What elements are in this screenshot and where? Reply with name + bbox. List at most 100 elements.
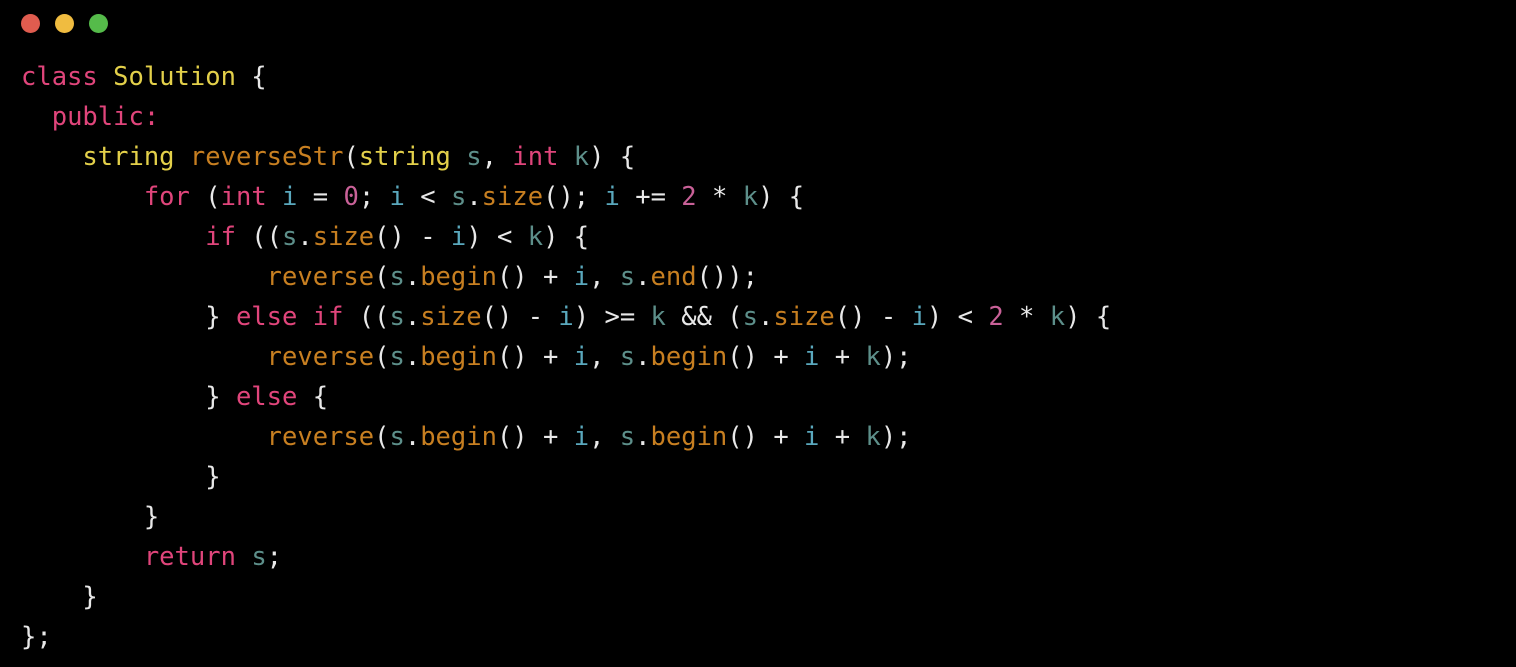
code-token-punctuation: ) <	[926, 302, 989, 332]
code-token-punctuation	[558, 142, 573, 172]
code-line: public:	[21, 97, 1516, 137]
code-token-number: 0	[343, 182, 359, 212]
code-token-variable: k	[650, 302, 666, 332]
code-token-punctuation: () +	[727, 422, 805, 452]
code-token-variable: k	[527, 222, 544, 252]
code-token-punctuation: .	[404, 342, 421, 372]
close-button[interactable]	[21, 13, 40, 33]
code-token-punctuation: );	[880, 342, 912, 372]
code-token-punctuation: () +	[727, 342, 805, 372]
code-token-punctuation: {	[235, 62, 267, 92]
code-token-parameter_i: i	[558, 302, 574, 332]
code-token-punctuation: }	[21, 462, 221, 492]
code-token-parameter_i: i	[573, 342, 590, 372]
code-token-punctuation: ,	[481, 142, 513, 172]
code-token-punctuation: ;	[266, 542, 283, 572]
code-token-parameter_i: i	[604, 182, 620, 212]
code-token-punctuation: () +	[496, 342, 574, 372]
code-token-punctuation	[267, 182, 282, 212]
code-token-punctuation: () +	[496, 422, 574, 452]
code-token-punctuation: ,	[589, 262, 620, 292]
code-token-punctuation: ) >=	[573, 302, 651, 332]
code-token-keyword: int	[512, 142, 559, 172]
code-token-parameter_i: i	[389, 182, 405, 212]
code-token-function: reverse	[266, 262, 375, 292]
code-token-punctuation: ());	[696, 262, 758, 292]
code-token-punctuation: (	[374, 342, 390, 372]
code-token-punctuation: (	[343, 142, 359, 172]
code-token-punctuation: }	[21, 502, 160, 532]
code-token-punctuation: .	[297, 222, 313, 252]
code-token-punctuation: .	[758, 302, 774, 332]
minimize-button[interactable]	[55, 13, 74, 33]
code-line: }	[21, 577, 1516, 617]
code-token-variable: k	[865, 342, 881, 372]
code-token-parameter_i: i	[804, 342, 820, 372]
code-token-punctuation: ) {	[589, 142, 636, 172]
code-token-variable: s	[389, 302, 405, 332]
code-token-punctuation: }	[21, 302, 236, 332]
code-token-keyword: if	[205, 222, 236, 252]
code-token-keyword: int	[220, 182, 267, 212]
code-line: } else {	[21, 377, 1516, 417]
code-token-function: size	[420, 302, 482, 332]
code-token-punctuation	[21, 142, 82, 172]
code-token-keyword: else	[235, 302, 298, 332]
code-line: reverse(s.begin() + i, s.end());	[21, 257, 1516, 297]
code-token-punctuation: ((	[235, 222, 283, 252]
code-line: reverse(s.begin() + i, s.begin() + i + k…	[21, 337, 1516, 377]
maximize-button[interactable]	[89, 13, 108, 33]
code-token-parameter_i: i	[282, 182, 298, 212]
code-token-punctuation: +=	[619, 182, 682, 212]
code-token-number: 2	[988, 302, 1004, 332]
code-token-punctuation: ) {	[1065, 302, 1112, 332]
code-token-punctuation	[21, 222, 205, 252]
code-window: class Solution { public: string reverseS…	[0, 0, 1516, 667]
code-token-type: string	[82, 142, 175, 172]
code-token-function: size	[773, 302, 835, 332]
code-token-punctuation: (	[374, 262, 390, 292]
code-token-punctuation: =	[297, 182, 344, 212]
code-token-parameter_i: i	[911, 302, 927, 332]
code-line: }	[21, 457, 1516, 497]
window-titlebar	[0, 0, 1516, 46]
code-token-function: begin	[650, 422, 728, 452]
code-line: for (int i = 0; i < s.size(); i += 2 * k…	[21, 177, 1516, 217]
code-token-function: reverse	[266, 422, 375, 452]
code-token-variable: s	[389, 422, 405, 452]
code-token-function: begin	[650, 342, 728, 372]
code-token-punctuation: }	[21, 582, 98, 612]
code-token-function: begin	[420, 342, 497, 372]
code-token-parameter_i: i	[573, 422, 590, 452]
code-token-punctuation: () -	[481, 302, 559, 332]
code-token-variable: s	[282, 222, 298, 252]
code-token-punctuation: (	[189, 182, 221, 212]
code-token-variable: s	[742, 302, 759, 332]
code-token-punctuation: .	[635, 422, 651, 452]
code-token-keyword: for	[143, 182, 190, 212]
code-token-keyword: public	[51, 102, 144, 132]
code-line: reverse(s.begin() + i, s.begin() + i + k…	[21, 417, 1516, 457]
code-token-punctuation: ,	[589, 342, 620, 372]
code-token-parameter_i: i	[804, 422, 820, 452]
code-token-variable: s	[466, 142, 482, 172]
code-token-punctuation: *	[696, 182, 743, 212]
code-line: return s;	[21, 537, 1516, 577]
code-block[interactable]: class Solution { public: string reverseS…	[21, 57, 1516, 657]
code-token-variable: k	[573, 142, 590, 172]
code-token-punctuation	[21, 262, 267, 292]
code-token-punctuation: );	[880, 422, 912, 452]
code-token-punctuation: .	[466, 182, 482, 212]
code-token-punctuation: () +	[496, 262, 574, 292]
code-token-punctuation: && (	[665, 302, 743, 332]
code-token-punctuation	[21, 422, 267, 452]
code-line: };	[21, 617, 1516, 657]
code-token-number: 2	[681, 182, 697, 212]
code-token-punctuation: ) <	[466, 222, 528, 252]
code-token-function: begin	[420, 422, 497, 452]
code-token-function: reverse	[266, 342, 375, 372]
code-token-variable: s	[619, 422, 636, 452]
code-token-punctuation	[236, 542, 251, 572]
code-line: }	[21, 497, 1516, 537]
code-token-punctuation: }	[21, 382, 236, 412]
